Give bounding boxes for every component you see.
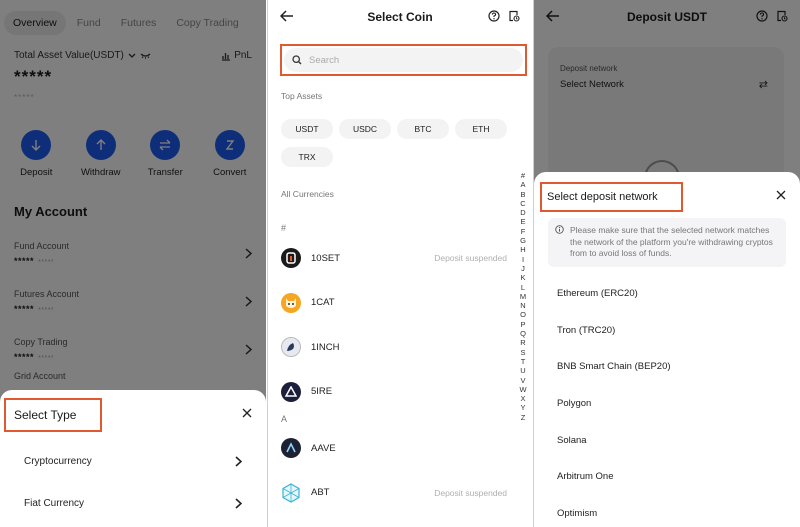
help-icon[interactable] [488, 10, 500, 22]
coin-row[interactable]: 1INCH [268, 325, 532, 370]
coin-logo-icon [281, 482, 301, 503]
network-option-arbitrum[interactable]: Arbitrum One [534, 458, 800, 495]
alphabet-letter[interactable]: B [520, 190, 525, 199]
notice-text: Please make sure that the selected netwo… [570, 225, 773, 258]
alphabet-letter[interactable]: Y [520, 403, 525, 412]
info-icon [555, 225, 564, 234]
wallet-overview-screen: Overview Fund Futures Copy Trading Total… [0, 0, 266, 527]
network-option-solana[interactable]: Solana [534, 422, 800, 459]
select-type-title-highlight: Select Type [4, 398, 102, 432]
network-option-polygon[interactable]: Polygon [534, 385, 800, 422]
alphabet-letter[interactable]: K [520, 273, 525, 282]
alphabet-letter[interactable]: T [521, 357, 526, 366]
coin-status: Deposit suspended [434, 253, 507, 264]
coin-logo-icon [281, 292, 301, 313]
alphabet-letter[interactable]: X [520, 394, 525, 403]
option-label: Cryptocurrency [24, 455, 92, 467]
chevron-right-icon [235, 497, 242, 509]
coin-name: 10SET [311, 252, 341, 264]
alphabet-letter[interactable]: H [520, 245, 525, 254]
close-icon[interactable] [774, 188, 788, 202]
alphabet-letter[interactable]: Z [521, 413, 526, 422]
network-option-erc20[interactable]: Ethereum (ERC20) [534, 276, 800, 313]
close-icon[interactable] [240, 406, 254, 420]
coin-logo-icon [281, 438, 301, 459]
coin-logo-icon [281, 337, 301, 358]
group-header-hash: # [281, 223, 287, 233]
coin-row[interactable]: 1CAT [268, 281, 532, 326]
alphabet-letter[interactable]: U [520, 366, 525, 375]
cryptocurrency-option[interactable]: Cryptocurrency [0, 440, 266, 482]
all-currencies-label: All Currencies [281, 189, 334, 199]
network-option-trc20[interactable]: Tron (TRC20) [534, 312, 800, 349]
asset-chip-trx[interactable]: TRX [281, 147, 333, 167]
coin-name: 5IRE [311, 386, 333, 398]
select-network-title-highlight: Select deposit network [540, 182, 683, 212]
coin-name: 1CAT [311, 297, 335, 309]
alphabet-letter[interactable]: L [521, 283, 525, 292]
deposit-usdt-screen: Deposit USDT Deposit network Select Netw… [533, 0, 800, 527]
alphabet-letter[interactable]: M [520, 292, 526, 301]
asset-chip-usdt[interactable]: USDT [281, 119, 333, 139]
search-placeholder: Search [309, 54, 340, 66]
network-option-optimism[interactable]: Optimism [534, 495, 800, 527]
asset-chip-eth[interactable]: ETH [455, 119, 507, 139]
coin-row[interactable]: 5IRE [268, 370, 532, 415]
alphabet-letter[interactable]: D [520, 208, 525, 217]
alphabet-letter[interactable]: A [520, 180, 525, 189]
select-network-title: Select deposit network [547, 191, 658, 203]
coin-logo-icon [281, 381, 301, 402]
alphabet-letter[interactable]: G [520, 236, 526, 245]
coin-row[interactable]: ABT Deposit suspended [268, 471, 532, 516]
back-arrow-icon[interactable] [280, 10, 294, 22]
select-coin-screen: Select Coin Search Top Assets USDT USDC … [267, 0, 532, 527]
network-notice: Please make sure that the selected netwo… [548, 218, 786, 267]
coin-name: AAVE [311, 442, 336, 454]
alphabet-letter[interactable]: V [520, 376, 525, 385]
search-icon [292, 55, 302, 65]
select-type-sheet: Select Type Cryptocurrency Fiat Currency [0, 390, 266, 527]
alphabet-letter[interactable]: I [522, 255, 524, 264]
alphabet-letter[interactable]: E [520, 217, 525, 226]
coin-name: ABT [311, 487, 330, 499]
top-bar: Select Coin [268, 0, 532, 34]
coin-name: 1INCH [311, 341, 340, 353]
alphabet-letter[interactable]: # [521, 171, 525, 180]
alphabet-letter[interactable]: R [520, 338, 525, 347]
history-icon[interactable] [508, 10, 520, 22]
alphabet-letter[interactable]: Q [520, 329, 526, 338]
alphabet-letter[interactable]: P [520, 320, 525, 329]
alphabet-letter[interactable]: S [520, 348, 525, 357]
search-input[interactable]: Search [284, 48, 523, 72]
top-assets-label: Top Assets [281, 91, 323, 101]
top-assets-list: USDT USDC BTC ETH TRX [268, 119, 508, 167]
select-type-title: Select Type [14, 408, 77, 422]
chevron-right-icon [235, 455, 242, 467]
coin-row[interactable]: 10SET Deposit suspended [268, 236, 532, 281]
network-option-bep20[interactable]: BNB Smart Chain (BEP20) [534, 349, 800, 386]
alphabet-letter[interactable]: O [520, 310, 526, 319]
select-network-sheet: Select deposit network Please make sure … [534, 172, 800, 527]
option-label: Fiat Currency [24, 497, 85, 509]
alphabet-letter[interactable]: J [521, 264, 525, 273]
coin-status: Deposit suspended [434, 487, 507, 498]
coin-row[interactable]: AAVE [268, 426, 532, 471]
alphabet-letter[interactable]: C [520, 199, 525, 208]
asset-chip-usdc[interactable]: USDC [339, 119, 391, 139]
search-highlight: Search [280, 44, 527, 76]
alphabet-letter[interactable]: W [519, 385, 526, 394]
fiat-currency-option[interactable]: Fiat Currency [0, 482, 266, 524]
alphabet-index[interactable]: # A B C D E F G H I J K L M N O P Q R S T U V W X Y Z [518, 171, 528, 422]
group-header-a: A [281, 414, 288, 424]
alphabet-letter[interactable]: F [521, 227, 526, 236]
coin-logo-icon [281, 248, 301, 269]
asset-chip-btc[interactable]: BTC [397, 119, 449, 139]
alphabet-letter[interactable]: N [520, 301, 525, 310]
